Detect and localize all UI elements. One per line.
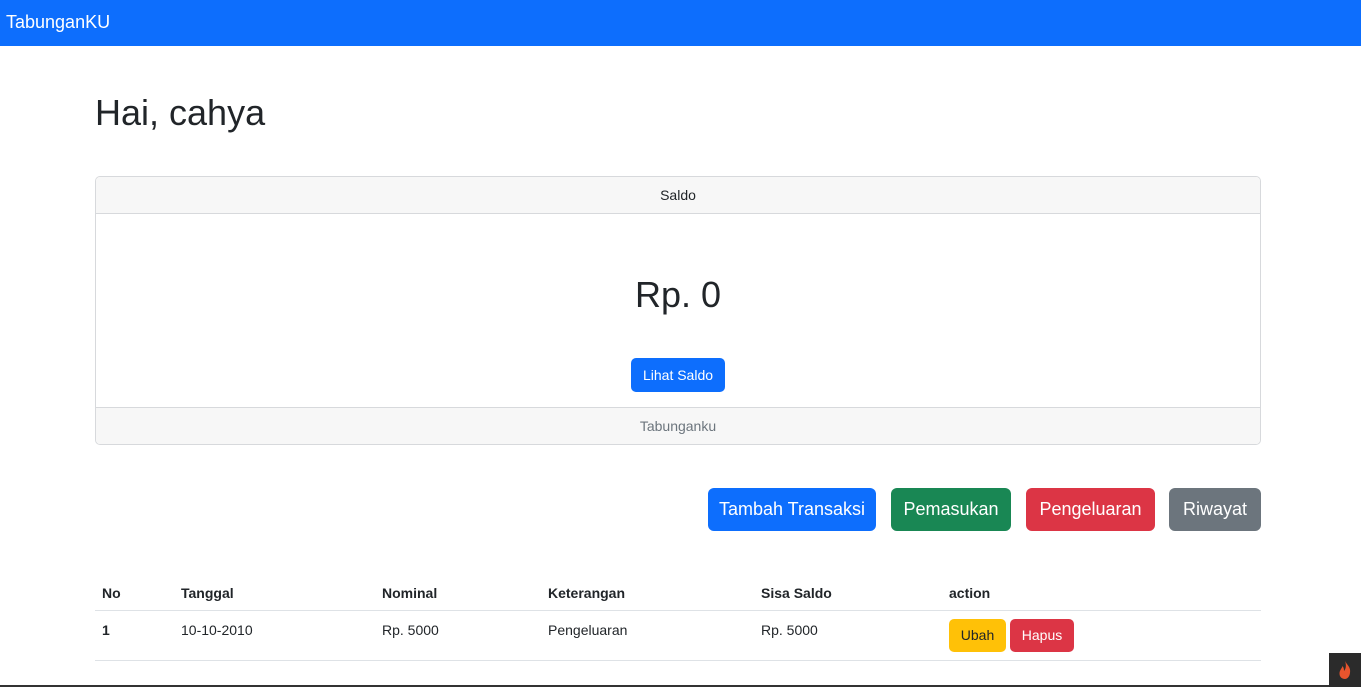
header-action: action [949,585,991,601]
card-header: Saldo [96,177,1260,214]
history-button[interactable]: Riwayat [1169,488,1261,531]
table-header: No Tanggal Nominal Keterangan Sisa Saldo… [95,576,1261,611]
header-sisa-saldo: Sisa Saldo [761,585,832,601]
see-balance-button[interactable]: Lihat Saldo [631,358,725,392]
transactions-table: No Tanggal Nominal Keterangan Sisa Saldo… [95,576,1261,661]
cell-tanggal: 10-10-2010 [181,622,253,638]
delete-button[interactable]: Hapus [1010,619,1074,652]
income-button[interactable]: Pemasukan [891,488,1011,531]
flame-icon [1329,661,1361,687]
navbar: TabunganKU [0,0,1361,46]
balance-card: Saldo Rp. 0 Lihat Saldo Tabunganku [95,176,1261,445]
cell-nominal: Rp. 5000 [382,622,439,638]
header-tanggal: Tanggal [181,585,234,601]
header-keterangan: Keterangan [548,585,626,601]
edit-button[interactable]: Ubah [949,619,1006,652]
corner-widget[interactable] [1329,653,1361,687]
card-footer: Tabunganku [96,407,1260,444]
table-row: 1 10-10-2010 Rp. 5000 Pengeluaran Rp. 50… [95,611,1261,661]
cell-keterangan: Pengeluaran [548,622,628,638]
header-nominal: Nominal [382,585,438,601]
balance-amount: Rp. 0 [634,274,722,315]
brand-link[interactable]: TabunganKU [6,11,110,33]
cell-sisa-saldo: Rp. 5000 [761,622,818,638]
header-no: No [102,585,121,601]
expense-button[interactable]: Pengeluaran [1026,488,1155,531]
cell-no: 1 [102,622,110,638]
page-title: Hai, cahya [95,92,266,133]
add-transaction-button[interactable]: Tambah Transaksi [708,488,876,531]
